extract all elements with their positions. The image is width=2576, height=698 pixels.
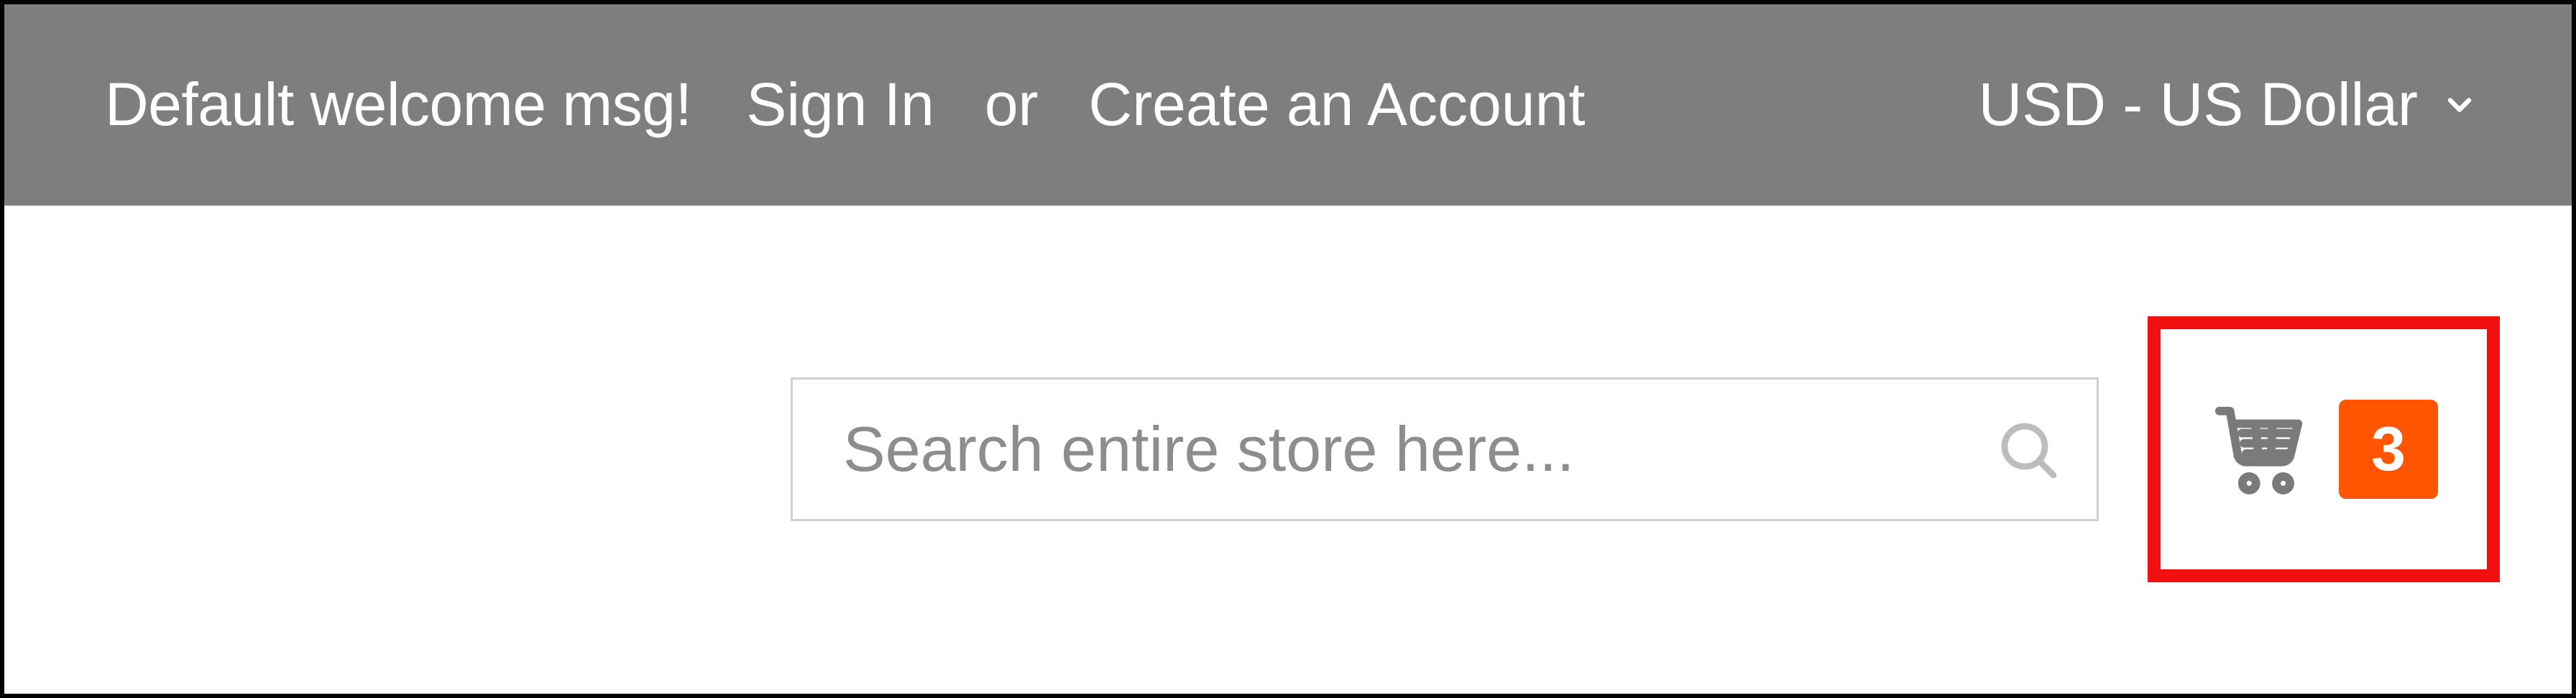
cart-count-badge: 3 <box>2339 400 2438 499</box>
page: Default welcome msg! Sign In or Create a… <box>0 0 2576 698</box>
currency-label: USD - US Dollar <box>1979 70 2418 139</box>
search-box[interactable] <box>791 377 2099 521</box>
mini-cart[interactable]: 3 <box>2163 362 2485 536</box>
search-icon[interactable] <box>1993 415 2062 484</box>
cart-button[interactable]: 3 <box>2185 362 2464 536</box>
chevron-down-icon <box>2441 86 2478 124</box>
search-input[interactable] <box>843 380 2097 519</box>
or-separator: or <box>985 70 1039 139</box>
currency-switcher[interactable]: USD - US Dollar <box>1979 70 2478 139</box>
cart-icon <box>2211 398 2313 500</box>
welcome-message: Default welcome msg! <box>105 70 691 139</box>
header-row: 3 <box>4 206 2572 694</box>
sign-in-link[interactable]: Sign In <box>746 70 934 139</box>
top-bar: Default welcome msg! Sign In or Create a… <box>4 4 2572 206</box>
create-account-link[interactable]: Create an Account <box>1089 70 1586 139</box>
